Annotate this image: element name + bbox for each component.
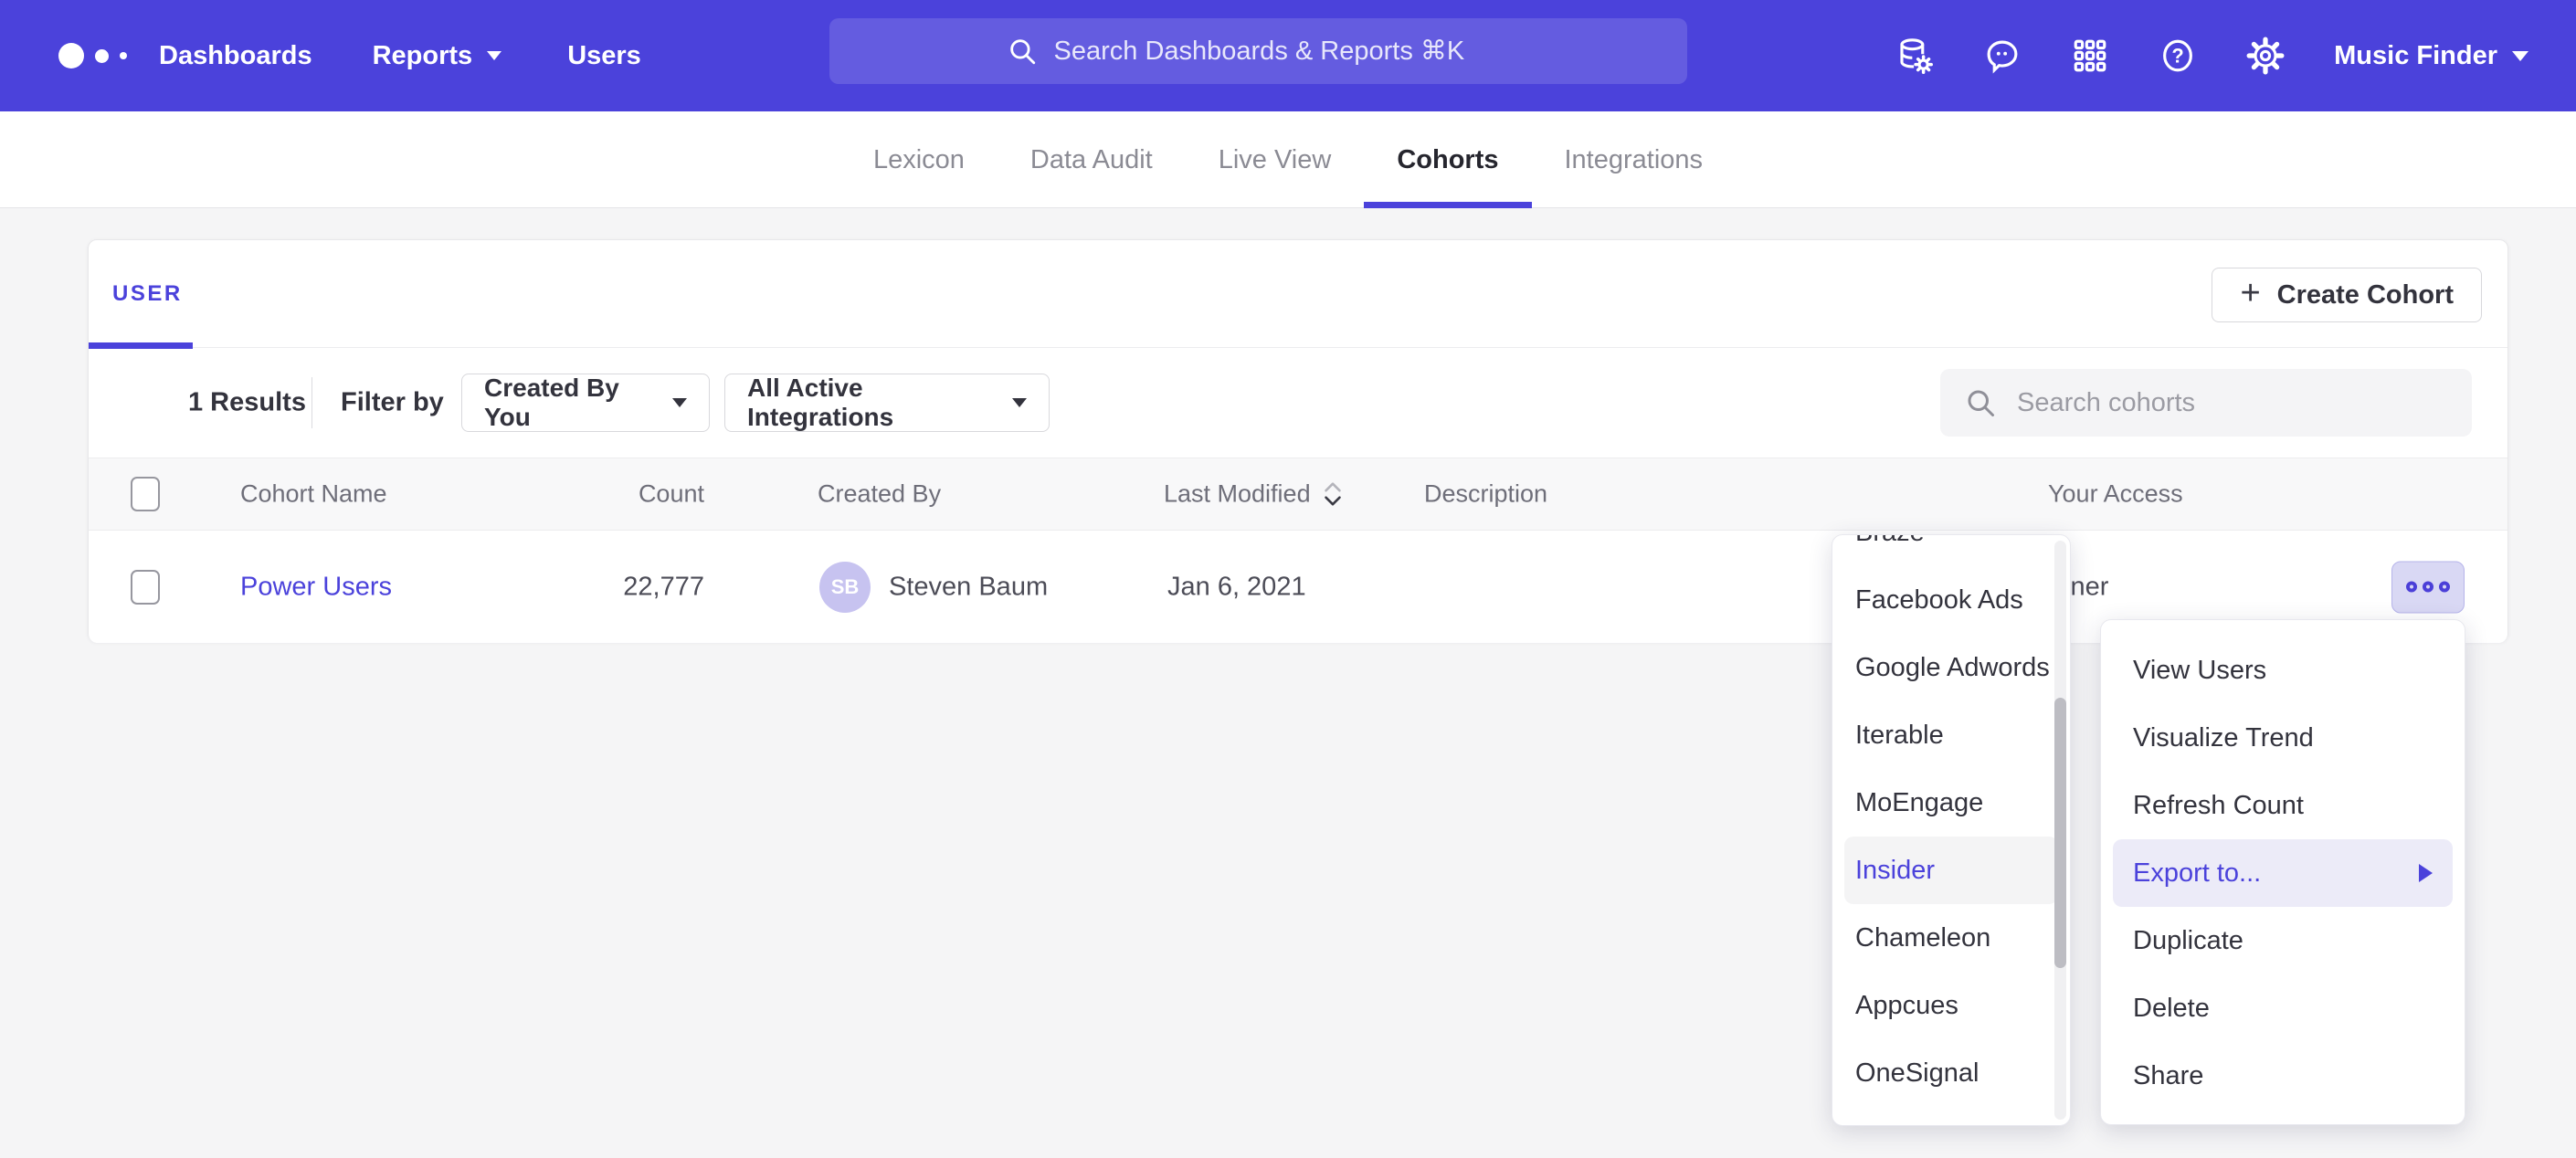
last-modified-value: Jan 6, 2021: [1167, 572, 1306, 602]
column-last-modified-label: Last Modified: [1164, 480, 1311, 509]
divider: [311, 377, 312, 428]
submenu-item-appcues[interactable]: Appcues: [1844, 972, 2058, 1039]
menu-item-label: View Users: [2133, 656, 2266, 686]
menu-item-label: Refresh Count: [2133, 791, 2304, 821]
scrollbar-thumb[interactable]: [2054, 698, 2066, 968]
panel-tabstrip: USER + Create Cohort: [89, 240, 2507, 348]
logo-dot: [95, 49, 109, 63]
logo-dot: [58, 43, 84, 68]
plus-icon: +: [2240, 276, 2260, 311]
data-management-icon[interactable]: [1895, 37, 1934, 75]
results-count: 1 Results: [188, 388, 306, 418]
submenu-item-chameleon[interactable]: Chameleon: [1844, 904, 2058, 972]
menu-item-label: Duplicate: [2133, 926, 2243, 956]
menu-item-label: Export to...: [2133, 858, 2261, 889]
submenu-arrow-icon: [2419, 864, 2433, 882]
chevron-down-icon: [672, 398, 687, 407]
apps-grid-icon[interactable]: [2071, 37, 2109, 75]
created-by-filter-value: Created By You: [484, 374, 654, 432]
filter-by-label: Filter by: [341, 388, 444, 418]
tab-integrations[interactable]: Integrations: [1532, 111, 1737, 208]
tab-lexicon[interactable]: Lexicon: [840, 111, 998, 208]
submenu-item-insider[interactable]: Insider: [1844, 837, 2058, 904]
svg-text:?: ?: [2171, 45, 2183, 68]
more-icon: [2439, 582, 2450, 593]
submenu-item-iterable[interactable]: Iterable: [1844, 701, 2058, 769]
more-icon: [2406, 582, 2417, 593]
column-last-modified[interactable]: Last Modified: [1164, 480, 1344, 509]
menu-item-view-users[interactable]: View Users: [2113, 637, 2453, 704]
created-by-filter-dropdown[interactable]: Created By You: [461, 374, 710, 432]
menu-item-export-to[interactable]: Export to...: [2113, 839, 2453, 907]
feedback-icon[interactable]: [1983, 37, 2022, 75]
submenu-item-google-adwords[interactable]: Google Adwords: [1844, 634, 2058, 701]
cohort-search-input[interactable]: [2017, 388, 2410, 418]
sort-icon: [1322, 480, 1344, 508]
create-cohort-label: Create Cohort: [2277, 280, 2454, 311]
logo-dot: [120, 52, 127, 59]
menu-item-duplicate[interactable]: Duplicate: [2113, 907, 2453, 974]
cohorts-panel: USER + Create Cohort 1 Results Filter by…: [88, 239, 2508, 642]
menu-item-label: Delete: [2133, 994, 2210, 1024]
column-cohort-name[interactable]: Cohort Name: [240, 480, 387, 509]
select-all-checkbox[interactable]: [131, 477, 160, 511]
mixpanel-logo-icon[interactable]: [58, 43, 146, 68]
cohort-count: 22,777: [527, 572, 704, 602]
chevron-down-icon: [1012, 398, 1027, 407]
menu-item-visualize-trend[interactable]: Visualize Trend: [2113, 704, 2453, 772]
filter-toolbar: 1 Results Filter by Created By You All A…: [89, 348, 2507, 458]
tab-cohorts[interactable]: Cohorts: [1364, 111, 1531, 208]
more-icon: [2423, 582, 2433, 593]
menu-item-refresh-count[interactable]: Refresh Count: [2113, 772, 2453, 839]
nav-reports[interactable]: Reports: [373, 41, 502, 71]
nav-users[interactable]: Users: [567, 41, 641, 71]
nav-users-label: Users: [567, 41, 641, 71]
avatar: SB: [819, 562, 871, 613]
nav-dashboards[interactable]: Dashboards: [159, 41, 312, 71]
cohort-search[interactable]: [1940, 369, 2472, 437]
menu-item-label: Share: [2133, 1061, 2203, 1091]
search-icon: [1007, 36, 1038, 67]
integrations-filter-dropdown[interactable]: All Active Integrations: [724, 374, 1050, 432]
help-icon[interactable]: ?: [2159, 37, 2197, 75]
column-count[interactable]: Count: [527, 480, 704, 509]
export-destinations-submenu: Braze Facebook Ads Google Adwords Iterab…: [1832, 534, 2071, 1126]
chevron-down-icon: [2512, 51, 2528, 61]
cohort-name-link[interactable]: Power Users: [240, 572, 392, 602]
secondary-nav: Lexicon Data Audit Live View Cohorts Int…: [0, 111, 2576, 208]
row-checkbox[interactable]: [131, 570, 160, 605]
workspace-switcher[interactable]: Music Finder: [2334, 41, 2528, 71]
top-navbar: Dashboards Reports Users: [0, 0, 2576, 111]
menu-item-label: Visualize Trend: [2133, 723, 2314, 753]
column-description[interactable]: Description: [1424, 480, 1547, 509]
app-window: Dashboards Reports Users: [0, 0, 2576, 1158]
created-by-value: Steven Baum: [889, 572, 1048, 602]
workspace-name: Music Finder: [2334, 41, 2497, 71]
submenu-item-moengage[interactable]: MoEngage: [1844, 769, 2058, 837]
tab-live-view[interactable]: Live View: [1186, 111, 1365, 208]
submenu-item-facebook-ads[interactable]: Facebook Ads: [1844, 566, 2058, 634]
column-your-access[interactable]: Your Access: [2048, 480, 2183, 509]
tab-user-cohorts[interactable]: USER: [89, 240, 206, 348]
chevron-down-icon: [487, 51, 501, 60]
create-cohort-button[interactable]: + Create Cohort: [2212, 268, 2482, 322]
row-more-actions-button[interactable]: [2391, 561, 2465, 613]
global-search-input[interactable]: [1054, 37, 1511, 67]
table-header: Cohort Name Count Created By Last Modifi…: [89, 458, 2507, 531]
row-context-menu: View Users Visualize Trend Refresh Count…: [2100, 619, 2465, 1125]
submenu-item-onesignal[interactable]: OneSignal: [1844, 1039, 2058, 1107]
column-created-by[interactable]: Created By: [818, 480, 941, 509]
tab-data-audit[interactable]: Data Audit: [998, 111, 1186, 208]
nav-dashboards-label: Dashboards: [159, 41, 312, 71]
menu-item-delete[interactable]: Delete: [2113, 974, 2453, 1042]
integrations-filter-value: All Active Integrations: [747, 374, 994, 432]
search-icon: [1964, 386, 1997, 419]
submenu-item-braze[interactable]: Braze: [1844, 534, 2058, 566]
menu-item-share[interactable]: Share: [2113, 1042, 2453, 1110]
global-search[interactable]: [829, 18, 1687, 84]
settings-icon[interactable]: [2246, 37, 2285, 75]
nav-reports-label: Reports: [373, 41, 473, 71]
